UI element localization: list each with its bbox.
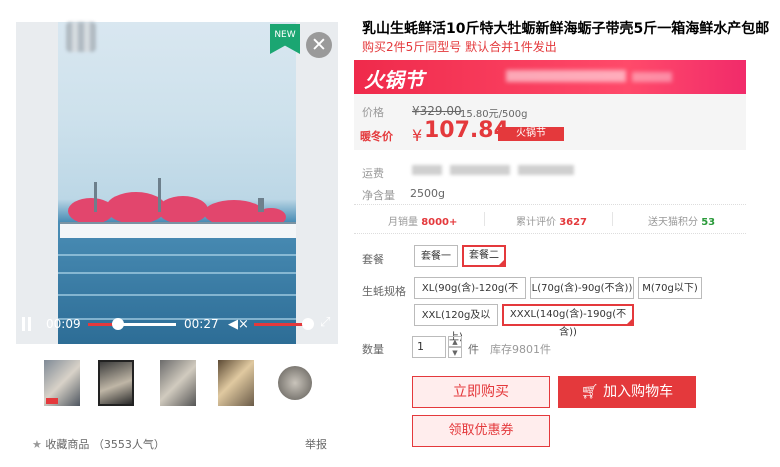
coupon-button[interactable]: 领取优惠券: [412, 415, 550, 447]
decrement-icon[interactable]: ▼: [448, 347, 462, 358]
size-option-xl[interactable]: XL(90g(含)-120g(不含)): [414, 277, 526, 316]
points-value: 53: [701, 217, 716, 228]
banner-blurred-text: [506, 70, 626, 82]
mast: [158, 178, 161, 212]
quantity-label: 数量: [362, 343, 384, 356]
divider: [612, 212, 613, 226]
reviews-label: 累计评价: [516, 217, 556, 228]
stock-info: 库存9801件: [490, 343, 551, 356]
favorite-link[interactable]: ★ 收藏商品 （3553人气）: [32, 436, 165, 452]
shipping-blurred-text: [450, 165, 510, 175]
reviews-value: 3627: [559, 217, 588, 228]
pause-icon[interactable]: [22, 317, 32, 331]
video-player[interactable]: [16, 22, 338, 344]
points: 送天猫积分 53: [648, 213, 715, 228]
fisherman: [258, 198, 264, 212]
shipping-label: 运费: [362, 167, 384, 180]
close-icon[interactable]: ✕: [306, 32, 332, 58]
buy-now-button[interactable]: 立即购买: [412, 376, 550, 408]
increment-icon[interactable]: ▲: [448, 336, 462, 347]
reviews[interactable]: 累计评价 3627: [516, 213, 587, 228]
currency-symbol: ¥: [412, 126, 423, 145]
sale-price: 107.84: [424, 118, 509, 143]
monthly-sales-value: 8000+: [421, 217, 458, 228]
promo-tag: 火锅节: [498, 127, 564, 141]
package-option-1[interactable]: 套餐一: [414, 245, 458, 267]
quantity-unit: 件: [468, 343, 479, 356]
shipping-blurred-text: [412, 165, 442, 175]
video-frame[interactable]: [58, 22, 296, 344]
mast: [94, 182, 97, 212]
net-pile: [158, 196, 208, 224]
fullscreen-icon[interactable]: ⤢: [320, 315, 334, 330]
banner-text: 火锅节: [364, 68, 424, 92]
size-option-l[interactable]: L(70g(含)-90g(不含)): [530, 277, 634, 299]
volume-knob[interactable]: [302, 318, 314, 330]
size-option-m[interactable]: M(70g以下): [638, 277, 702, 299]
favorite-count: （3553人气）: [92, 438, 165, 451]
thumbnail-5[interactable]: [278, 366, 312, 400]
duration: 00:27: [184, 317, 219, 331]
blurred-watermark: [66, 22, 96, 52]
wave: [58, 272, 296, 274]
boat-hull: [60, 222, 296, 238]
star-icon: ★: [32, 438, 42, 451]
progress-knob[interactable]: [112, 318, 124, 330]
volume-icon[interactable]: ◀×: [228, 317, 249, 332]
cart-icon: 🛒︎: [580, 384, 599, 400]
price-label: 价格: [362, 106, 384, 119]
thumbnail-2[interactable]: [98, 360, 134, 406]
package-option-2[interactable]: 套餐二: [462, 245, 506, 267]
report-link[interactable]: 举报: [305, 436, 327, 452]
net-weight-value: 2500g: [410, 187, 445, 200]
wave: [58, 318, 296, 320]
promo-banner: 火锅节: [354, 60, 746, 94]
favorite-label: 收藏商品: [45, 438, 90, 451]
package-label: 套餐: [362, 253, 384, 266]
thumbnail-3[interactable]: [160, 360, 196, 406]
net-pile: [106, 192, 166, 224]
points-label: 送天猫积分: [648, 217, 698, 228]
monthly-sales-label: 月销量: [388, 217, 418, 228]
size-option-xxxl[interactable]: XXXL(140g(含)-190g(不含)): [502, 304, 634, 338]
thumbnail-1[interactable]: [44, 360, 80, 406]
wave: [58, 254, 296, 256]
size-option-xxl[interactable]: XXL(120g及以上): [414, 304, 498, 343]
banner-blurred-text: [632, 72, 672, 82]
product-subtitle: 购买2件5斤同型号 默认合并1件发出: [362, 40, 557, 54]
wave: [58, 294, 296, 296]
divider: [484, 212, 485, 226]
shipping-blurred-text: [518, 165, 574, 175]
current-time: 00:09: [46, 317, 81, 331]
quantity-input[interactable]: 1: [412, 336, 446, 358]
size-label: 生蚝规格: [362, 285, 406, 298]
add-to-cart-button[interactable]: 🛒︎ 加入购物车: [558, 376, 696, 408]
monthly-sales: 月销量 8000+: [388, 213, 457, 228]
net-weight-label: 净含量: [362, 189, 395, 202]
thumbnail-4[interactable]: [218, 360, 254, 406]
promo-mark: [46, 398, 58, 404]
promo-price-label: 暖冬价: [360, 130, 393, 143]
add-to-cart-label: 加入购物车: [603, 384, 674, 400]
original-price: ¥329.00: [412, 104, 462, 118]
product-title: 乳山生蚝鲜活10斤特大牡蛎新鲜海蛎子带壳5斤一箱海鲜水产包邮: [362, 21, 770, 37]
